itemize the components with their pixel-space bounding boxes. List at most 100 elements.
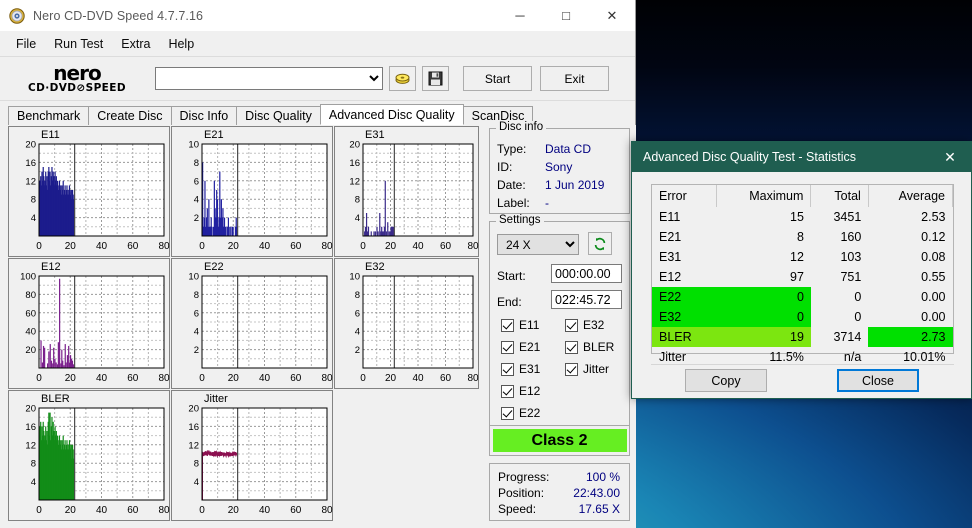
col-header-error: Error	[652, 185, 717, 207]
cell-maximum: 19	[716, 327, 811, 347]
close-dialog-button[interactable]: Close	[837, 369, 919, 392]
exit-button[interactable]: Exit	[540, 66, 609, 91]
chart-title-bler: BLER	[41, 393, 70, 405]
svg-text:20: 20	[228, 505, 240, 516]
table-row[interactable]: BLER 19 3714 2.73	[652, 327, 953, 347]
table-row[interactable]: E32 0 0 0.00	[652, 307, 953, 327]
svg-text:20: 20	[25, 140, 36, 151]
tab-advanced-disc-quality[interactable]: Advanced Disc Quality	[319, 104, 464, 125]
start-button[interactable]: Start	[463, 66, 532, 91]
tab-disc-quality[interactable]: Disc Quality	[236, 106, 321, 125]
svg-text:8: 8	[194, 158, 199, 169]
tab-benchmark[interactable]: Benchmark	[8, 106, 90, 125]
chart-bler: 4 8 12 16 20 0 20 40 60 80 BLER	[8, 390, 170, 521]
svg-text:4: 4	[355, 327, 360, 338]
cell-maximum: 15	[790, 210, 804, 224]
checkbox-box	[501, 318, 514, 332]
checkbox-bler[interactable]: BLER	[565, 340, 614, 354]
svg-text:10: 10	[188, 140, 199, 151]
menu-item-help[interactable]: Help	[159, 34, 203, 54]
drive-select[interactable]: [2:3] BENQ DVD DD DW1620 B7W9	[155, 67, 383, 90]
checkbox-label: E32	[583, 318, 605, 332]
copy-button[interactable]: Copy	[685, 369, 767, 392]
statistics-table-wrap: Error Maximum Total Average E11 15 3451 2.5…	[651, 184, 954, 364]
maximize-button[interactable]: □	[543, 0, 589, 31]
checkbox-box	[565, 340, 578, 354]
table-row[interactable]: E11 15 3451 2.53	[652, 207, 953, 227]
checkbox-box	[501, 340, 514, 354]
progress-value: 100 %	[585, 470, 620, 484]
svg-text:8: 8	[355, 195, 360, 206]
checkbox-jitter[interactable]: Jitter	[565, 362, 609, 376]
disc-type-label: Type:	[497, 142, 527, 156]
svg-text:80: 80	[158, 241, 170, 252]
svg-text:0: 0	[199, 373, 205, 384]
col-header-maximum: Maximum	[716, 185, 812, 207]
checkbox-e21[interactable]: E21	[501, 340, 540, 354]
svg-text:40: 40	[259, 505, 271, 516]
cell-error: E22	[652, 287, 717, 307]
cell-error: E32	[652, 307, 717, 327]
svg-text:60: 60	[127, 373, 139, 384]
svg-text:0: 0	[36, 241, 42, 252]
svg-text:80: 80	[25, 290, 36, 301]
checkbox-e12[interactable]: E12	[501, 384, 540, 398]
floppy-save-icon[interactable]	[422, 66, 449, 91]
svg-text:40: 40	[259, 241, 271, 252]
class-result-value: Class 2	[492, 429, 627, 452]
checkbox-e31[interactable]: E31	[501, 362, 540, 376]
svg-text:4: 4	[194, 327, 199, 338]
svg-text:12: 12	[349, 176, 360, 187]
chart-title-jitter: Jitter	[204, 393, 228, 405]
cell-error: E11	[659, 210, 681, 224]
close-button[interactable]: ✕	[589, 0, 635, 31]
cell-average: 0.12	[921, 230, 946, 244]
nero-disc-icon	[9, 7, 25, 24]
minimize-button[interactable]: ─	[497, 0, 543, 31]
cell-error: BLER	[652, 327, 717, 347]
table-row[interactable]: E12 97 751 0.55	[652, 267, 953, 287]
svg-text:60: 60	[290, 373, 302, 384]
table-row[interactable]: E31 12 103 0.08	[652, 247, 953, 267]
chart-jitter: 4 8 12 16 20 0 20 40 60 80 Jitter	[171, 390, 333, 521]
nero-logo-line1: nero	[53, 60, 101, 85]
eject-disc-icon[interactable]	[389, 66, 416, 91]
checkbox-label: Jitter	[583, 362, 610, 376]
checkbox-e11[interactable]: E11	[501, 318, 539, 332]
cell-maximum: 12	[790, 250, 804, 264]
svg-text:4: 4	[31, 213, 36, 224]
cell-total: 751	[840, 270, 862, 284]
checkbox-e32[interactable]: E32	[565, 318, 604, 332]
checkbox-e22[interactable]: E22	[501, 406, 540, 420]
svg-text:20: 20	[385, 373, 397, 384]
position-label: Position:	[498, 486, 545, 500]
svg-text:20: 20	[385, 241, 397, 252]
start-time-field[interactable]: 000:00.00	[551, 264, 622, 283]
speed-select[interactable]: 24 X	[497, 234, 579, 255]
cell-maximum: 97	[790, 270, 804, 284]
chart-e31: 4 8 12 16 20 0 20 40 60 80 E31	[334, 126, 479, 257]
disc-info-legend: Disc info	[496, 121, 547, 133]
chart-title-e21: E21	[204, 129, 224, 141]
menu-bar: File Run Test Extra Help	[0, 32, 635, 56]
end-time-field[interactable]: 022:45.72	[551, 290, 622, 309]
menu-item-extra[interactable]: Extra	[112, 34, 159, 54]
svg-text:0: 0	[36, 505, 42, 516]
tab-disc-info[interactable]: Disc Info	[170, 106, 238, 125]
svg-text:12: 12	[188, 440, 199, 451]
table-row[interactable]: E22 0 0 0.00	[652, 287, 953, 307]
tab-create-disc[interactable]: Create Disc	[88, 106, 172, 125]
menu-item-file[interactable]: File	[7, 34, 45, 54]
close-icon[interactable]: ✕	[929, 142, 971, 172]
start-time-label: Start:	[497, 269, 526, 283]
svg-text:8: 8	[31, 195, 36, 206]
chart-svg-jitter: 4 8 12 16 20 0 20 40 60 80	[188, 404, 333, 517]
table-row[interactable]: E21 8 160 0.12	[652, 227, 953, 247]
svg-text:40: 40	[96, 241, 108, 252]
menu-item-run-test[interactable]: Run Test	[45, 34, 112, 54]
svg-text:0: 0	[199, 241, 205, 252]
disc-date-value: 1 Jun 2019	[545, 178, 605, 192]
checkbox-box	[565, 318, 578, 332]
refresh-speed-icon[interactable]	[588, 232, 612, 255]
chart-title-e11: E11	[41, 129, 60, 141]
